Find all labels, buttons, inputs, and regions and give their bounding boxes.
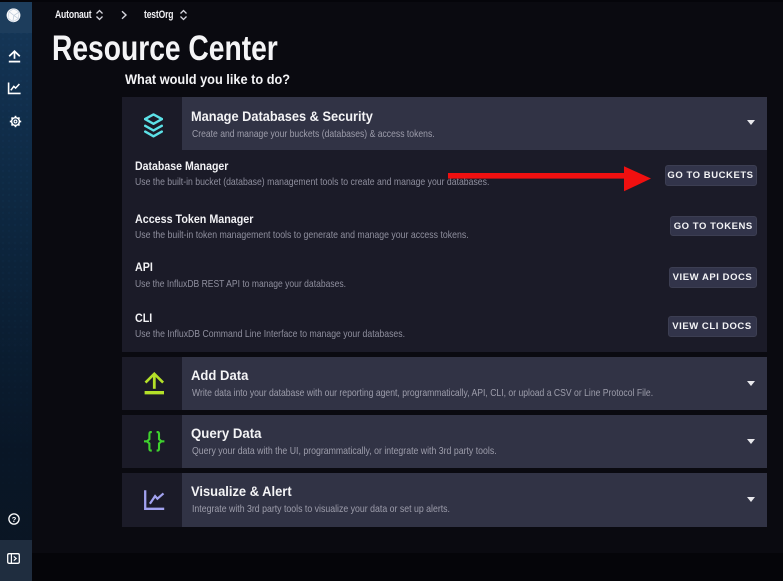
svg-text:?: ? bbox=[12, 515, 17, 524]
